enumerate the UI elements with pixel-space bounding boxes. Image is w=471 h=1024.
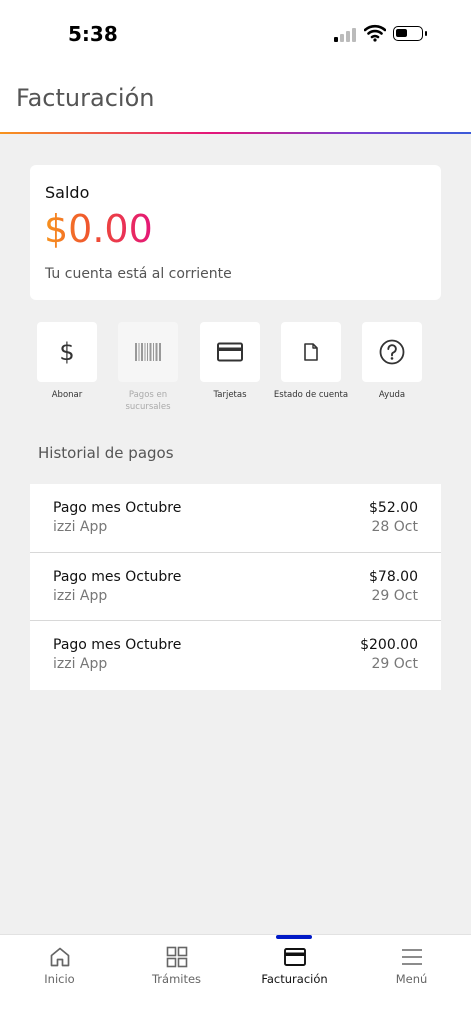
- list-item[interactable]: Pago mes Octubre izzi App $200.00 29 Oct: [30, 621, 441, 690]
- credit-card-icon: [236, 945, 353, 969]
- menu-icon: [353, 945, 470, 969]
- balance-status: Tu cuenta está al corriente: [45, 266, 232, 282]
- tab-label: Trámites: [151, 972, 202, 986]
- tab-label: Menú: [395, 972, 428, 986]
- payment-date: 28 Oct: [371, 519, 418, 535]
- action-abonar-button[interactable]: $: [37, 322, 97, 382]
- action-label: Pagos en sucursales: [125, 390, 171, 412]
- action-tarjetas[interactable]: Tarjetas: [200, 322, 260, 402]
- tab-menu[interactable]: Menú: [353, 935, 470, 1024]
- payment-amount: $200.00: [360, 637, 418, 653]
- tab-inicio[interactable]: Inicio: [1, 935, 118, 1024]
- barcode-icon: [135, 343, 161, 361]
- action-label: Ayuda: [378, 390, 406, 400]
- action-label: Abonar: [51, 390, 83, 400]
- payment-title: Pago mes Octubre: [53, 568, 182, 585]
- status-bar: 5:38: [0, 0, 471, 70]
- battery-icon: [393, 26, 427, 41]
- wifi-icon: [363, 24, 387, 46]
- action-label: Estado de cuenta: [273, 390, 349, 400]
- list-item[interactable]: Pago mes Octubre izzi App $52.00 28 Oct: [30, 484, 441, 553]
- tab-label: Facturación: [261, 972, 328, 986]
- payment-date: 29 Oct: [371, 587, 418, 604]
- action-pagos-sucursales: Pagos en sucursales: [118, 322, 178, 414]
- balance-label: Saldo: [45, 183, 90, 202]
- dollar-icon: $: [59, 338, 75, 366]
- page-title: Facturación: [16, 84, 155, 112]
- action-ayuda[interactable]: Ayuda: [362, 322, 422, 402]
- list-item[interactable]: Pago mes Octubre izzi App $78.00 29 Oct: [30, 553, 441, 621]
- payment-amount: $78.00: [369, 568, 418, 585]
- header-gradient-rule: [0, 132, 471, 134]
- help-icon: [379, 339, 405, 365]
- action-label: Tarjetas: [213, 390, 247, 400]
- grid-icon: [118, 945, 235, 969]
- action-tarjetas-button[interactable]: [200, 322, 260, 382]
- action-ayuda-button[interactable]: [362, 322, 422, 382]
- action-pagos-sucursales-button: [118, 322, 178, 382]
- balance-card: Saldo $0.00 Tu cuenta está al corriente: [30, 165, 441, 300]
- credit-card-icon: [217, 342, 243, 362]
- payment-source: izzi App: [53, 656, 108, 672]
- tab-facturacion[interactable]: Facturación: [236, 935, 353, 1024]
- action-abonar[interactable]: $ Abonar: [37, 322, 97, 402]
- signal-icon: [334, 26, 358, 42]
- balance-amount: $0.00: [44, 207, 153, 251]
- payment-source: izzi App: [53, 587, 108, 604]
- document-icon: [304, 343, 318, 361]
- payment-amount: $52.00: [369, 500, 418, 516]
- payment-title: Pago mes Octubre: [53, 500, 182, 516]
- payment-source: izzi App: [53, 519, 108, 535]
- status-time: 5:38: [68, 22, 118, 46]
- payment-title: Pago mes Octubre: [53, 637, 182, 653]
- payment-date: 29 Oct: [371, 656, 418, 672]
- tab-tramites[interactable]: Trámites: [118, 935, 235, 1024]
- action-estado-cuenta[interactable]: Estado de cuenta: [274, 322, 348, 402]
- tab-label: Inicio: [44, 972, 75, 986]
- action-estado-cuenta-button[interactable]: [281, 322, 341, 382]
- bottom-tab-bar: Inicio Trámites Facturación Menú: [0, 934, 471, 1024]
- payment-history-list: Pago mes Octubre izzi App $52.00 28 Oct …: [30, 484, 441, 690]
- home-icon: [1, 945, 118, 969]
- page-header: Facturación: [0, 70, 471, 134]
- history-title: Historial de pagos: [38, 444, 174, 462]
